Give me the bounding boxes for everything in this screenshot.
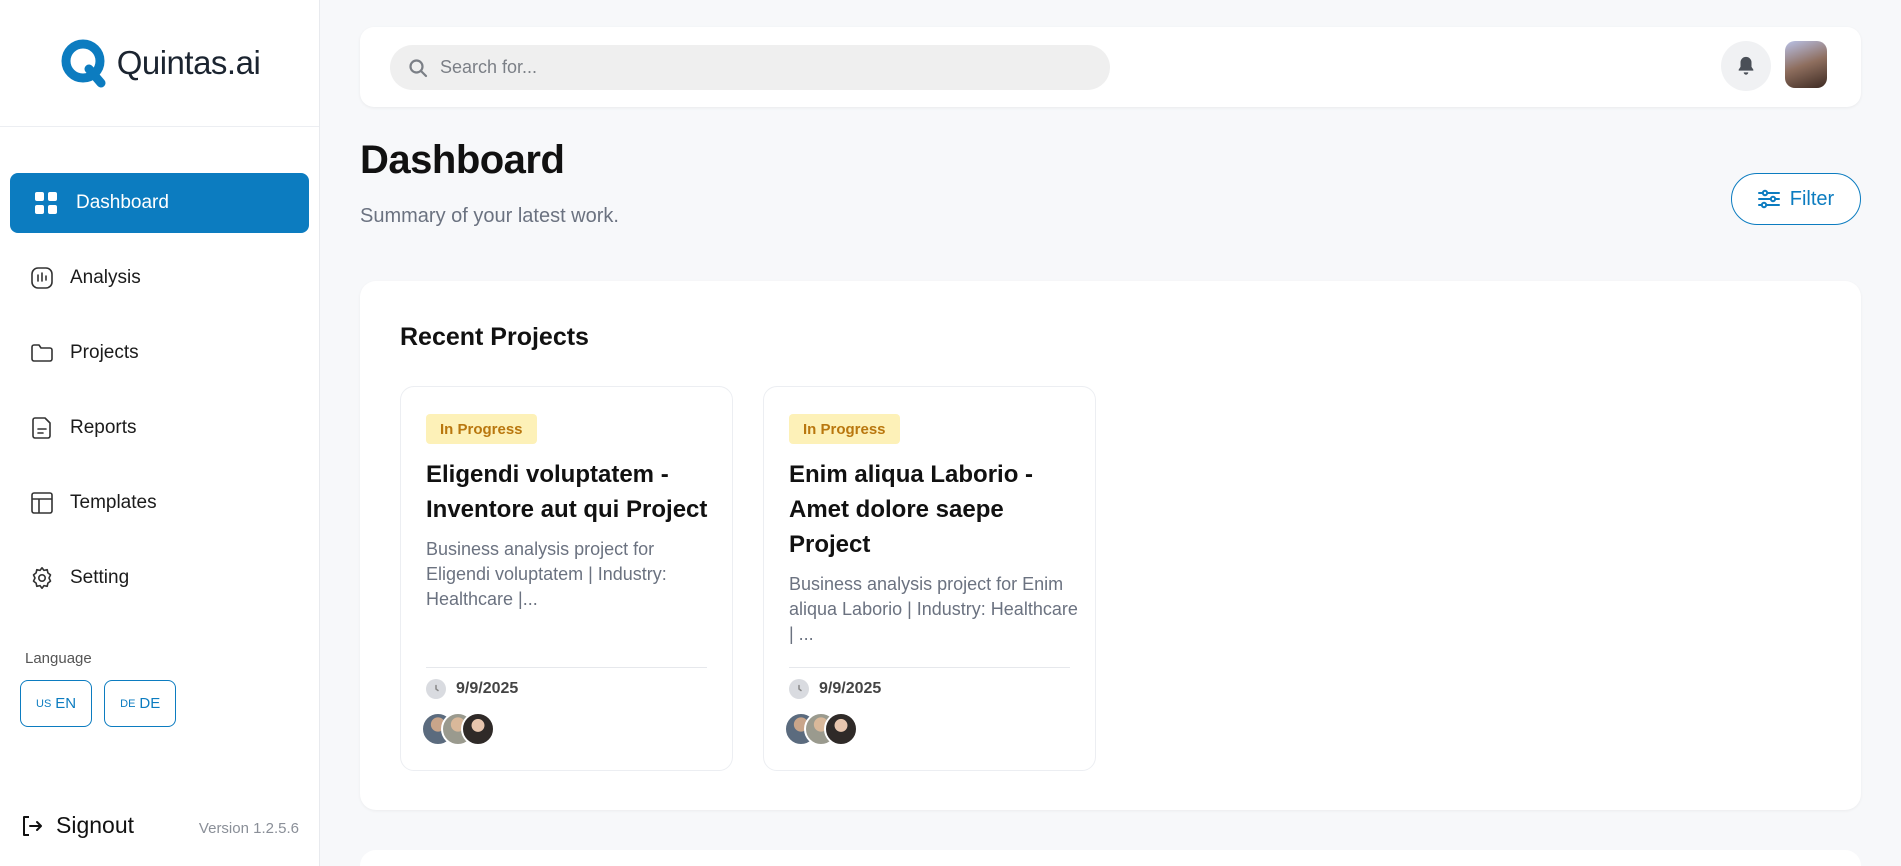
sidebar-item-dashboard[interactable]: Dashboard bbox=[10, 173, 309, 233]
language-de-button[interactable]: DE DE bbox=[104, 680, 177, 727]
team-avatar[interactable] bbox=[824, 712, 858, 746]
project-title[interactable]: Enim aliqua Laborio - Amet dolore saepe … bbox=[789, 457, 1079, 562]
chart-icon bbox=[30, 266, 54, 290]
sidebar-item-projects[interactable]: Projects bbox=[10, 323, 309, 383]
project-card[interactable]: In Progress Eligendi voluptatem - Invent… bbox=[400, 386, 733, 771]
language-options: US EN DE DE bbox=[20, 680, 177, 727]
sidebar-item-label: Reports bbox=[70, 417, 137, 438]
project-description: Business analysis project for Eligendi v… bbox=[426, 539, 667, 609]
language-title: Language bbox=[25, 650, 92, 667]
us-flag-icon: US bbox=[36, 697, 52, 710]
filter-label: Filter bbox=[1789, 187, 1835, 210]
page-title: Dashboard bbox=[360, 138, 565, 182]
team-avatars bbox=[784, 712, 858, 746]
team-avatar[interactable] bbox=[461, 712, 495, 746]
project-date-row: 9/9/2025 bbox=[426, 679, 518, 699]
sliders-icon bbox=[1757, 189, 1780, 209]
language-en-button[interactable]: US EN bbox=[20, 680, 93, 727]
team-avatars bbox=[421, 712, 495, 746]
search-bar[interactable] bbox=[390, 45, 1110, 90]
page-subtitle: Summary of your latest work. bbox=[360, 205, 619, 227]
brand-logo[interactable]: Quintas.ai bbox=[0, 0, 319, 127]
gear-icon bbox=[30, 566, 54, 590]
sidebar-item-label: Dashboard bbox=[76, 192, 169, 213]
top-bar bbox=[360, 27, 1861, 107]
clock-icon bbox=[426, 679, 446, 699]
project-date: 9/9/2025 bbox=[456, 680, 519, 697]
project-card[interactable]: In Progress Enim aliqua Laborio - Amet d… bbox=[763, 386, 1096, 771]
grid-icon bbox=[34, 191, 58, 215]
sidebar: Quintas.ai Dashboard Analysis Projects R… bbox=[0, 0, 320, 866]
sidebar-item-setting[interactable]: Setting bbox=[10, 548, 309, 608]
project-title[interactable]: Eligendi voluptatem - Inventore aut qui … bbox=[426, 457, 716, 527]
sidebar-item-reports[interactable]: Reports bbox=[10, 398, 309, 458]
signout-icon bbox=[23, 815, 42, 836]
brand-name: Quintas.ai bbox=[116, 44, 261, 81]
search-input[interactable] bbox=[440, 57, 1040, 78]
filter-button[interactable]: Filter bbox=[1731, 173, 1861, 225]
next-section-panel bbox=[360, 850, 1861, 866]
sidebar-item-label: Setting bbox=[70, 567, 130, 588]
sidebar-item-label: Templates bbox=[70, 492, 157, 513]
sidebar-item-label: Projects bbox=[70, 342, 139, 363]
status-badge: In Progress bbox=[789, 414, 900, 444]
signout-button[interactable]: Signout bbox=[20, 812, 134, 839]
signout-label: Signout bbox=[56, 812, 135, 838]
sidebar-item-templates[interactable]: Templates bbox=[10, 473, 309, 533]
project-date: 9/9/2025 bbox=[819, 680, 882, 697]
sidebar-nav: Dashboard Analysis Projects Reports Temp… bbox=[0, 127, 319, 608]
search-icon bbox=[409, 58, 428, 77]
folder-icon bbox=[30, 341, 54, 365]
project-description: Business analysis project for Enim aliqu… bbox=[789, 574, 1078, 644]
user-avatar[interactable] bbox=[1785, 41, 1827, 88]
language-code: DE bbox=[139, 695, 161, 712]
project-date-row: 9/9/2025 bbox=[789, 679, 881, 699]
de-flag-icon: DE bbox=[120, 697, 136, 710]
card-divider bbox=[789, 667, 1070, 668]
report-icon bbox=[30, 416, 54, 440]
recent-projects-title: Recent Projects bbox=[400, 323, 589, 351]
card-divider bbox=[426, 667, 707, 668]
language-code: EN bbox=[55, 695, 77, 712]
sidebar-item-analysis[interactable]: Analysis bbox=[10, 248, 309, 308]
quintas-logo-icon bbox=[61, 39, 106, 88]
recent-projects-panel: Recent Projects In Progress Eligendi vol… bbox=[360, 281, 1861, 810]
language-section: Language US EN DE DE bbox=[20, 650, 177, 727]
bell-icon bbox=[1738, 56, 1754, 75]
notifications-button[interactable] bbox=[1721, 41, 1771, 91]
template-icon bbox=[30, 491, 54, 515]
status-badge: In Progress bbox=[426, 414, 537, 444]
sidebar-item-label: Analysis bbox=[70, 267, 141, 288]
version-label: Version 1.2.5.6 bbox=[198, 820, 299, 837]
clock-icon bbox=[789, 679, 809, 699]
